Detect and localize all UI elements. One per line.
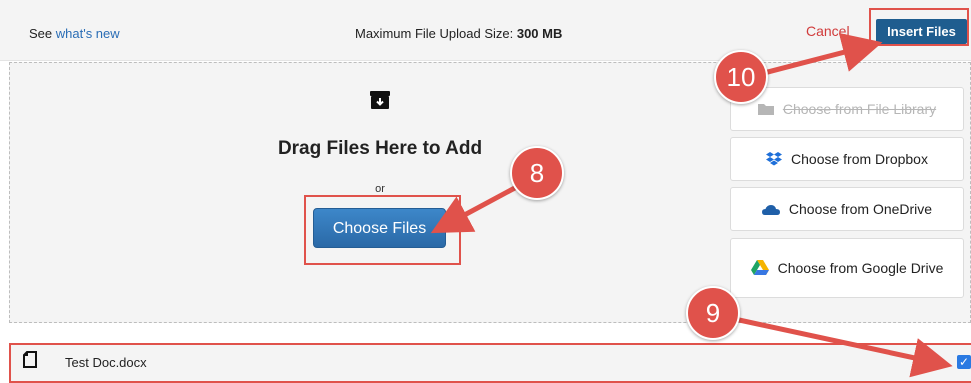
max-size-value: 300 MB	[516, 26, 563, 41]
dropbox-icon	[766, 152, 783, 166]
file-select-checkbox[interactable]: ✓	[957, 355, 971, 369]
whats-new-link[interactable]: what's new	[56, 26, 120, 41]
choose-from-onedrive-button[interactable]: Choose from OneDrive	[730, 187, 964, 231]
max-size-label: Maximum File Upload Size:	[355, 26, 514, 41]
dropbox-label: Choose from Dropbox	[791, 151, 928, 167]
drag-files-title: Drag Files Here to Add	[277, 138, 483, 159]
archive-download-icon	[370, 91, 390, 109]
file-library-label: Choose from File Library	[782, 101, 937, 117]
insert-files-button[interactable]: Insert Files	[876, 19, 967, 44]
onedrive-label: Choose from OneDrive	[788, 201, 933, 217]
or-separator: or	[375, 183, 385, 195]
file-name: Test Doc.docx	[65, 355, 147, 370]
google-drive-label: Choose from Google Drive	[777, 260, 944, 276]
annotation-badge-8: 8	[510, 146, 564, 200]
max-upload-size: Maximum File Upload Size: 300 MB	[355, 26, 562, 41]
see-prefix: See	[29, 26, 56, 41]
annotation-badge-10: 10	[714, 50, 768, 104]
choose-from-google-drive-button[interactable]: Choose from Google Drive	[730, 238, 964, 298]
choose-files-button[interactable]: Choose Files	[313, 208, 446, 248]
cancel-button[interactable]: Cancel	[806, 23, 850, 39]
choose-from-dropbox-button[interactable]: Choose from Dropbox	[730, 137, 964, 181]
folder-icon	[757, 104, 774, 115]
upload-toolbar: See what's new Maximum File Upload Size:…	[0, 0, 971, 61]
annotation-badge-9: 9	[686, 286, 740, 340]
file-list-item[interactable]: Test Doc.docx ✓	[9, 343, 971, 383]
onedrive-icon	[761, 204, 780, 215]
choose-from-file-library-button: Choose from File Library	[730, 87, 964, 131]
document-icon	[23, 351, 37, 368]
google-drive-icon	[750, 260, 769, 275]
whats-new-text: See what's new	[29, 26, 120, 41]
